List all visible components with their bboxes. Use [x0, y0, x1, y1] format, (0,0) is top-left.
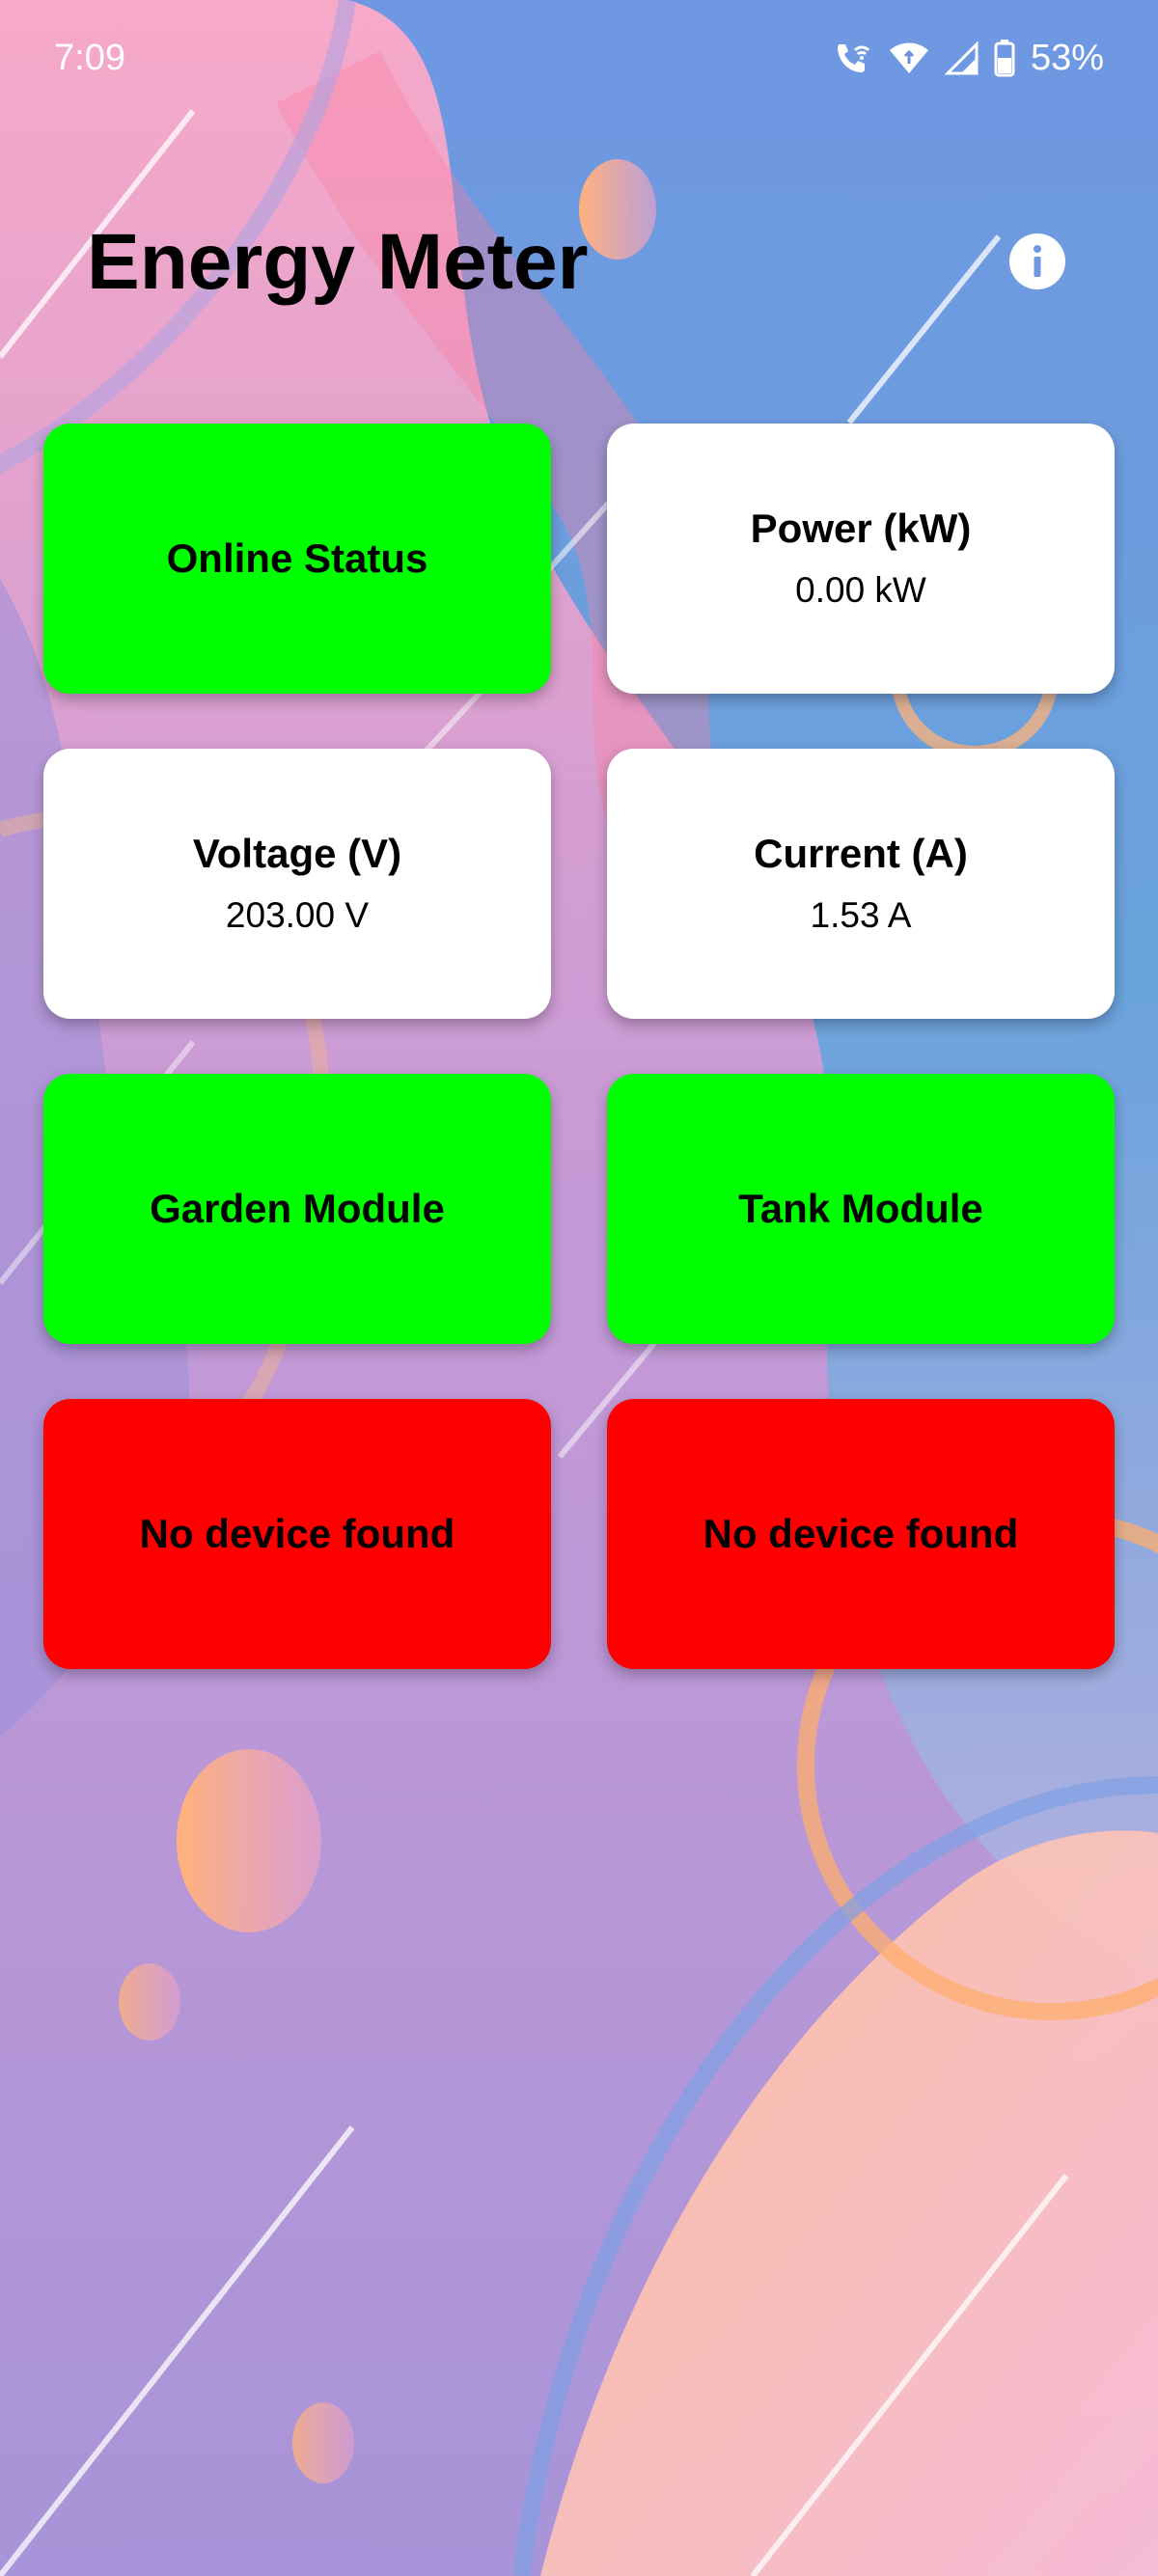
card-title: No device found	[703, 1511, 1019, 1556]
wifi-icon	[888, 39, 930, 77]
power-value: 0.00 kW	[795, 570, 926, 610]
info-button[interactable]	[1008, 233, 1066, 290]
info-icon	[1009, 233, 1065, 289]
card-title: Voltage (V)	[192, 831, 402, 876]
card-title: Power (kW)	[750, 506, 972, 551]
cards-grid: Online Status Power (kW) 0.00 kW Voltage…	[43, 424, 1115, 1669]
card-title: Current (A)	[754, 831, 968, 876]
status-icons: 53%	[832, 33, 1104, 83]
wifi-call-icon	[832, 39, 874, 77]
tank-device-status-card[interactable]: No device found	[607, 1399, 1115, 1669]
online-status-card[interactable]: Online Status	[43, 424, 551, 694]
voltage-card[interactable]: Voltage (V) 203.00 V	[43, 749, 551, 1019]
garden-device-status-card[interactable]: No device found	[43, 1399, 551, 1669]
page-title: Energy Meter	[87, 218, 589, 306]
power-card[interactable]: Power (kW) 0.00 kW	[607, 424, 1115, 694]
battery-percentage: 53%	[1030, 38, 1104, 78]
card-title: No device found	[139, 1511, 455, 1556]
current-value: 1.53 A	[810, 895, 912, 935]
garden-module-card[interactable]: Garden Module	[43, 1074, 551, 1344]
status-bar: 7:09 53%	[0, 0, 1158, 116]
status-time: 7:09	[54, 38, 125, 78]
signal-icon	[944, 39, 980, 77]
card-title: Tank Module	[738, 1186, 983, 1231]
card-title: Garden Module	[150, 1186, 445, 1231]
card-title: Online Status	[166, 535, 428, 581]
battery-icon	[994, 39, 1015, 77]
tank-module-card[interactable]: Tank Module	[607, 1074, 1115, 1344]
current-card[interactable]: Current (A) 1.53 A	[607, 749, 1115, 1019]
voltage-value: 203.00 V	[225, 895, 370, 935]
